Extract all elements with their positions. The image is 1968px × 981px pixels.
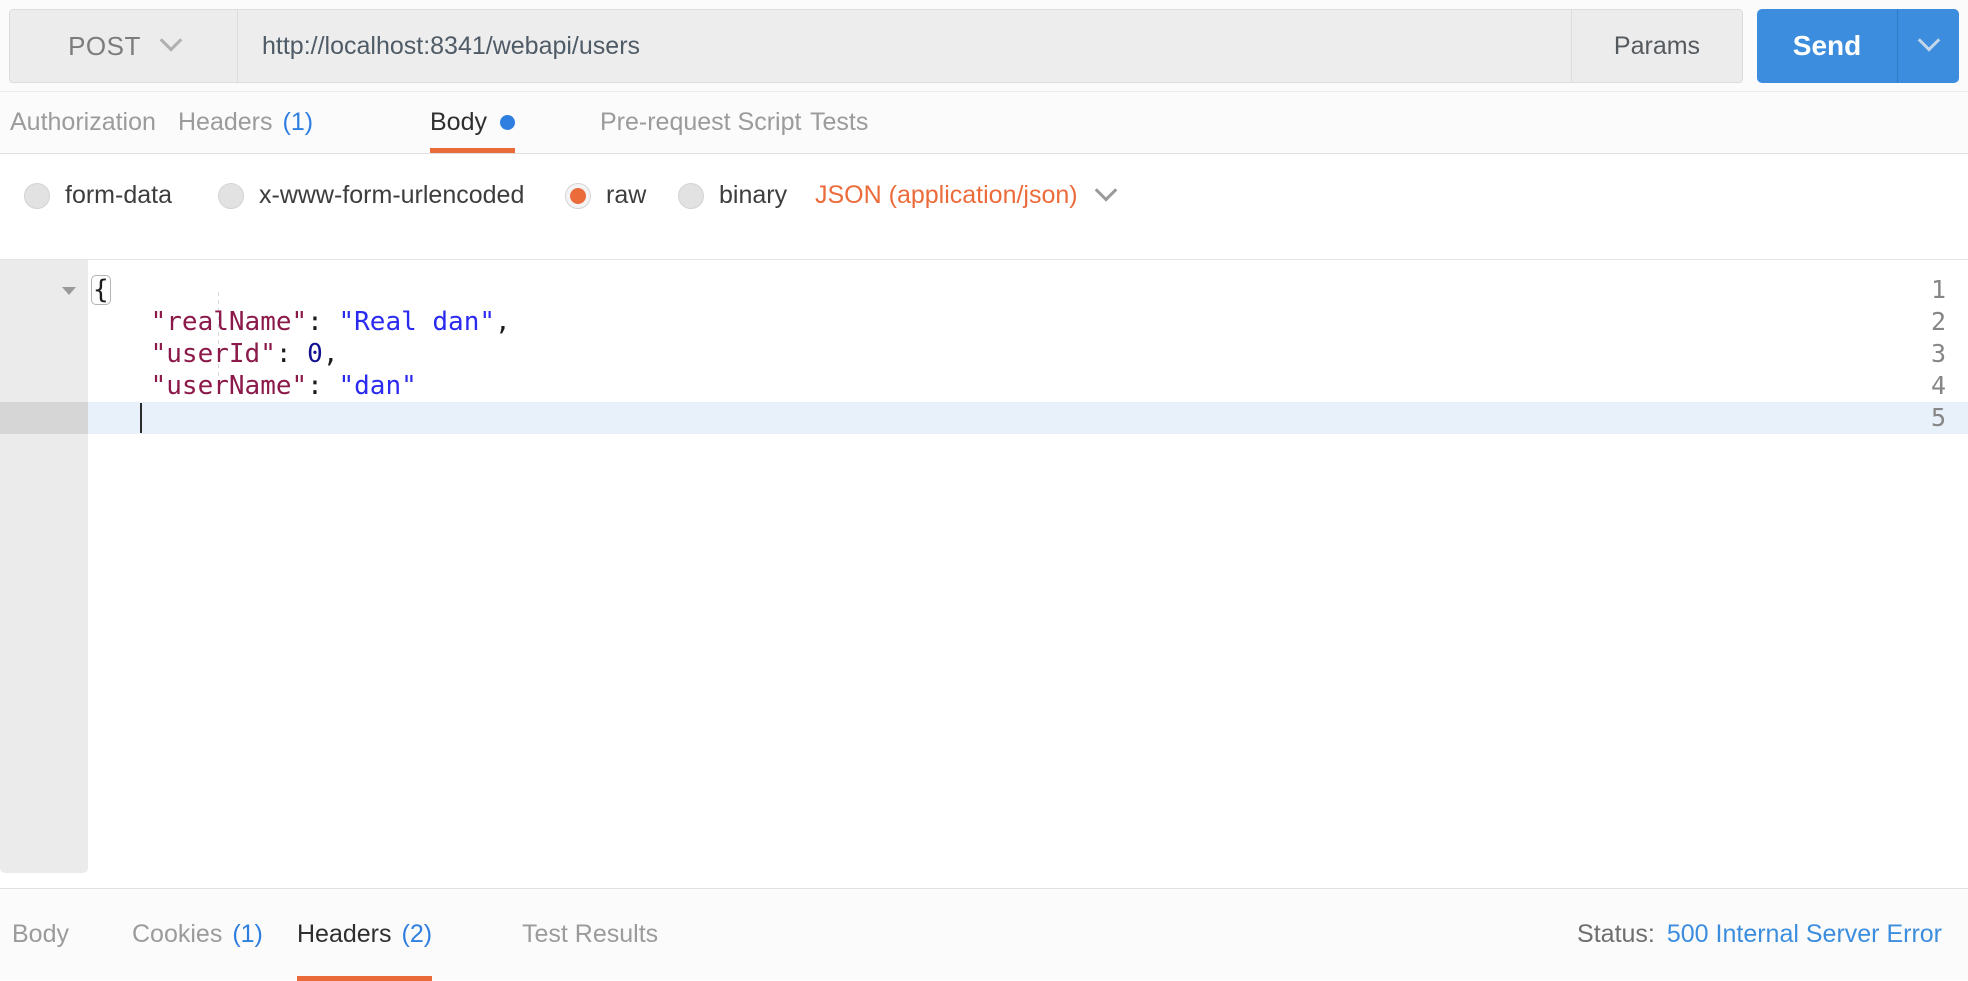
line-number: 4 (1886, 370, 1946, 402)
active-tab-underline (430, 148, 515, 153)
request-bar: POST http://localhost:8341/webapi/users … (0, 0, 1968, 92)
radio-icon[interactable] (24, 183, 50, 209)
request-tab-pre-request-script[interactable]: Pre-request Script (600, 92, 801, 153)
chevron-down-icon (160, 29, 183, 52)
body-type-options: form-data x-www-form-urlencoded raw binary J… (0, 154, 1968, 237)
code-line[interactable]: "userId": 0, (88, 338, 338, 370)
editor-code-area[interactable]: { "realName": "Real dan", "userId": 0, "… (88, 260, 1968, 873)
chevron-down-icon (1094, 179, 1117, 202)
response-tab-cookies[interactable]: Cookies (1) (132, 889, 263, 981)
line-number: 2 (1886, 306, 1946, 338)
request-url-input[interactable]: http://localhost:8341/webapi/users (238, 10, 1572, 82)
http-method-select[interactable]: POST (10, 10, 238, 82)
radio-label: raw (606, 181, 646, 210)
tab-count: (1) (283, 108, 314, 137)
radio-label: form-data (65, 181, 172, 210)
tab-label: Body (430, 108, 487, 137)
radio-icon[interactable] (218, 183, 244, 209)
body-type-radio-binary[interactable]: binary (678, 181, 787, 210)
fold-toggle-icon[interactable] (62, 287, 76, 295)
tab-label: Headers (297, 920, 392, 949)
tab-label: Pre-request Script (600, 108, 801, 137)
send-group: Send (1757, 9, 1959, 83)
tab-label: Body (12, 920, 69, 949)
tab-label: Headers (178, 108, 273, 137)
send-options-button[interactable] (1897, 9, 1959, 83)
http-method-label: POST (68, 31, 141, 62)
request-tab-tests[interactable]: Tests (810, 92, 868, 153)
line-number: 3 (1886, 338, 1946, 370)
request-body-editor[interactable]: { "realName": "Real dan", "userId": 0, "… (0, 259, 1968, 873)
line-number: 1 (1886, 274, 1946, 306)
content-type-label: JSON (application/json) (815, 181, 1078, 210)
status-label: Status: (1577, 920, 1655, 949)
radio-icon[interactable] (565, 183, 591, 209)
tab-label: Cookies (132, 920, 222, 949)
active-line-gutter-highlight (0, 402, 88, 434)
body-type-radio-form-data[interactable]: form-data (24, 181, 172, 210)
response-tab-body[interactable]: Body (12, 889, 69, 981)
request-tabs: Authorization Headers (1) Body Pre-request S… (0, 92, 1968, 154)
code-line[interactable]: "realName": "Real dan", (88, 306, 511, 338)
modified-dot-icon (500, 115, 515, 130)
response-tab-test-results[interactable]: Test Results (522, 889, 658, 981)
response-tab-headers[interactable]: Headers (2) (297, 889, 432, 981)
line-number: 5 (1886, 402, 1946, 434)
response-bar: Body Cookies (1) Headers (2) Test Results Sta… (0, 888, 1968, 980)
radio-icon[interactable] (678, 183, 704, 209)
text-cursor (140, 403, 142, 433)
tab-label: Tests (810, 108, 868, 137)
chevron-down-icon (1917, 29, 1940, 52)
radio-label: binary (719, 181, 787, 210)
params-button[interactable]: Params (1572, 10, 1742, 82)
active-line-highlight (88, 402, 1968, 434)
editor-gutter (0, 260, 88, 873)
tab-count: (2) (402, 920, 433, 949)
tab-label: Authorization (10, 108, 156, 137)
url-group: POST http://localhost:8341/webapi/users … (9, 9, 1743, 83)
code-line[interactable]: { (91, 274, 111, 306)
status-value[interactable]: 500 Internal Server Error (1667, 920, 1942, 949)
response-status: Status: 500 Internal Server Error (1577, 920, 1942, 949)
tab-label: Test Results (522, 920, 658, 949)
radio-label: x-www-form-urlencoded (259, 181, 524, 210)
tab-count: (1) (232, 920, 263, 949)
request-tab-headers[interactable]: Headers (1) (178, 92, 313, 153)
send-button[interactable]: Send (1757, 9, 1897, 83)
request-tab-body[interactable]: Body (430, 92, 515, 153)
code-line[interactable]: "userName": "dan" (88, 370, 417, 402)
request-tab-authorization[interactable]: Authorization (10, 92, 156, 153)
body-type-radio-raw[interactable]: raw (565, 181, 646, 210)
content-type-select[interactable]: JSON (application/json) (815, 181, 1114, 210)
matching-brace-highlight: { (91, 275, 111, 305)
body-type-radio-x-www-form-urlencoded[interactable]: x-www-form-urlencoded (218, 181, 524, 210)
